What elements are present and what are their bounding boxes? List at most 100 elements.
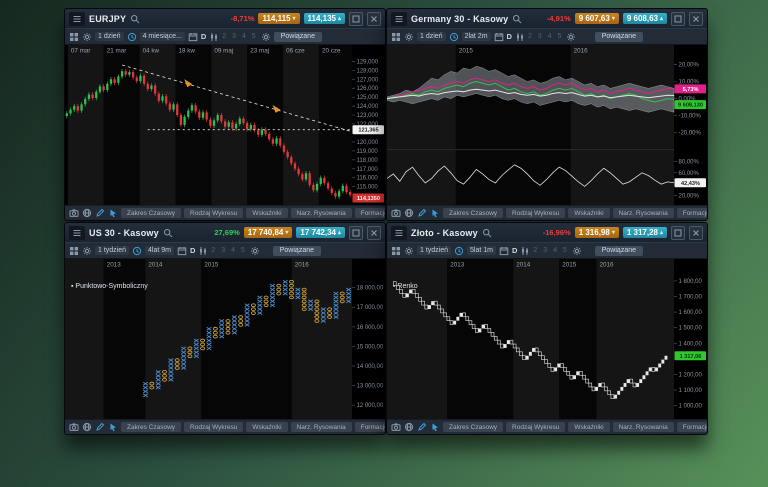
time-range-button[interactable]: Zakres Czasowy [443, 208, 503, 218]
pencil-icon[interactable] [95, 422, 105, 432]
clock-icon[interactable] [454, 246, 464, 256]
period-dropdown[interactable]: 1 dzień [95, 32, 124, 41]
expand-button[interactable] [671, 12, 685, 26]
drawing-tools-button[interactable]: Narz. Rysowania [613, 422, 674, 432]
chart-canvas[interactable]: 07 mar21 mar04 kw18 kw09 maj23 maj06 cze… [65, 45, 385, 205]
drawing-tools-button[interactable]: Narz. Rysowania [291, 208, 352, 218]
screenshot-icon[interactable] [69, 208, 79, 218]
range-dropdown[interactable]: 4 miesiące... [140, 32, 185, 41]
cursor-icon[interactable] [430, 422, 440, 432]
related-button[interactable]: Powiązane [273, 246, 321, 256]
calendar-icon[interactable] [499, 246, 509, 256]
time-range-button[interactable]: Zakres Czasowy [121, 208, 181, 218]
indicators-button[interactable]: Wskaźniki [246, 208, 287, 218]
ask-button[interactable]: 114,135▴ [304, 13, 346, 24]
chart-canvas[interactable]: 2015201620,00%10,00%0,00%-10,00%-20,00%5… [387, 45, 707, 205]
chart-canvas[interactable]: 201320142015201618 000,0017 000,0016 000… [65, 259, 385, 419]
indicators-button[interactable]: Wskaźniki [246, 422, 287, 432]
layout-grid-icon[interactable] [69, 246, 79, 256]
patterns-button[interactable]: Formacje [677, 208, 708, 218]
globe-icon[interactable] [82, 208, 92, 218]
search-icon[interactable] [512, 14, 522, 24]
cursor-icon[interactable] [108, 422, 118, 432]
screenshot-icon[interactable] [391, 208, 401, 218]
bid-button[interactable]: 1 316,98▾ [575, 227, 619, 238]
globe-icon[interactable] [404, 208, 414, 218]
chart-type-icon[interactable] [209, 32, 219, 42]
settings-gear-icon[interactable] [261, 32, 271, 42]
patterns-button[interactable]: Formacje [355, 208, 386, 218]
chart-type-button[interactable]: Rodzaj Wykresu [506, 422, 565, 432]
layout-grid-icon[interactable] [69, 32, 79, 42]
layout-count-options[interactable]: 2 3 4 5 [533, 247, 568, 254]
close-button[interactable] [367, 12, 381, 26]
layout-count-options[interactable]: 2 3 4 5 [528, 33, 563, 40]
close-button[interactable] [689, 12, 703, 26]
search-icon[interactable] [163, 228, 173, 238]
settings-gear-icon[interactable] [566, 32, 576, 42]
interval-badge[interactable]: D [512, 246, 517, 255]
patterns-button[interactable]: Formacje [355, 422, 386, 432]
chart-canvas[interactable]: 20132014201520161 800,001 700,001 600,00… [387, 259, 707, 419]
layout-count-options[interactable]: 2 3 4 5 [222, 33, 257, 40]
period-dropdown[interactable]: 1 tydzień [417, 246, 451, 255]
expand-button[interactable] [349, 226, 363, 240]
screenshot-icon[interactable] [391, 422, 401, 432]
ask-button[interactable]: 17 742,34▴ [296, 227, 345, 238]
menu-icon[interactable] [69, 12, 85, 26]
menu-icon[interactable] [69, 226, 85, 240]
cursor-icon[interactable] [430, 208, 440, 218]
screenshot-icon[interactable] [69, 422, 79, 432]
calendar-icon[interactable] [494, 32, 504, 42]
ask-button[interactable]: 1 317,28▴ [623, 227, 667, 238]
cursor-icon[interactable] [108, 208, 118, 218]
drawing-tools-button[interactable]: Narz. Rysowania [613, 208, 674, 218]
search-icon[interactable] [130, 14, 140, 24]
related-button[interactable]: Powiązane [595, 32, 643, 42]
gear-icon[interactable] [82, 246, 92, 256]
drawing-tools-button[interactable]: Narz. Rysowania [291, 422, 352, 432]
expand-button[interactable] [671, 226, 685, 240]
layout-grid-icon[interactable] [391, 32, 401, 42]
chart-type-icon[interactable] [198, 246, 208, 256]
interval-badge[interactable]: D [201, 32, 206, 41]
layout-grid-icon[interactable] [391, 246, 401, 256]
layout-count-options[interactable]: 2 3 4 5 [211, 247, 246, 254]
globe-icon[interactable] [82, 422, 92, 432]
indicators-button[interactable]: Wskaźniki [568, 422, 609, 432]
pencil-icon[interactable] [417, 208, 427, 218]
gear-icon[interactable] [404, 246, 414, 256]
range-dropdown[interactable]: 4lat 9m [145, 246, 174, 255]
menu-icon[interactable] [391, 12, 407, 26]
ask-button[interactable]: 9 608,63▴ [623, 13, 667, 24]
chart-type-icon[interactable] [515, 32, 525, 42]
calendar-icon[interactable] [177, 246, 187, 256]
patterns-button[interactable]: Formacje [677, 422, 708, 432]
time-range-button[interactable]: Zakres Czasowy [443, 422, 503, 432]
globe-icon[interactable] [404, 422, 414, 432]
bid-button[interactable]: 9 607,63▾ [575, 13, 619, 24]
period-dropdown[interactable]: 1 tydzień [95, 246, 129, 255]
expand-button[interactable] [349, 12, 363, 26]
chart-type-button[interactable]: Rodzaj Wykresu [184, 208, 243, 218]
period-dropdown[interactable]: 1 dzień [417, 32, 446, 41]
gear-icon[interactable] [82, 32, 92, 42]
related-button[interactable]: Powiązane [274, 32, 322, 42]
menu-icon[interactable] [391, 226, 407, 240]
close-button[interactable] [367, 226, 381, 240]
bid-button[interactable]: 17 740,84▾ [244, 227, 293, 238]
chart-type-button[interactable]: Rodzaj Wykresu [184, 422, 243, 432]
range-dropdown[interactable]: 2lat 2m [462, 32, 491, 41]
search-icon[interactable] [482, 228, 492, 238]
related-button[interactable]: Powiązane [595, 246, 643, 256]
clock-icon[interactable] [449, 32, 459, 42]
pencil-icon[interactable] [95, 208, 105, 218]
time-range-button[interactable]: Zakres Czasowy [121, 422, 181, 432]
clock-icon[interactable] [132, 246, 142, 256]
clock-icon[interactable] [127, 32, 137, 42]
chart-type-icon[interactable] [520, 246, 530, 256]
range-dropdown[interactable]: 5lat 1m [467, 246, 496, 255]
close-button[interactable] [689, 226, 703, 240]
gear-icon[interactable] [404, 32, 414, 42]
bid-button[interactable]: 114,115▾ [258, 13, 299, 24]
